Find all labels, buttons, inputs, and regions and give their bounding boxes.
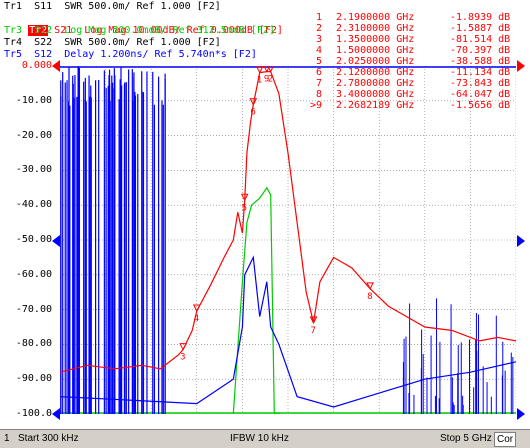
y-tick-label: -70.00 <box>15 303 52 315</box>
y-tick-label: -90.00 <box>15 373 52 385</box>
marker-value: -81.514 dB <box>450 34 511 45</box>
marker-label: 9 <box>264 74 269 84</box>
trace-1-label[interactable]: Tr1 S11 SWR 500.0m/ Ref 1.000 [F2] <box>2 1 223 13</box>
marker-id: 4 <box>316 45 323 56</box>
marker-label: 3 <box>180 353 185 363</box>
ref-arrow-right-3-icon[interactable] <box>515 408 525 420</box>
y-tick-label: -100.0 <box>15 408 52 419</box>
status-bar: 1 Start 300 kHz IFBW 10 kHz Stop 5 GHz C… <box>0 429 530 448</box>
y-tick-label: -50.00 <box>15 234 52 245</box>
y-tick-label: 0.000 <box>21 60 52 71</box>
marker-value: -1.8939 dB <box>450 12 511 23</box>
marker-label: 1 <box>257 76 262 86</box>
y-tick-label: -40.00 <box>15 199 52 211</box>
trace-4-label[interactable]: Tr4 S22 SWR 500.0m/ Ref 1.000 [F2] <box>2 37 223 49</box>
marker-frequency: 1.5000000 GHz <box>336 45 415 56</box>
marker-frequency: 2.3100000 GHz <box>336 23 415 34</box>
stop-frequency[interactable]: Stop 5 GHz <box>440 431 492 447</box>
marker-label: 7 <box>311 326 316 336</box>
marker-id: 1 <box>316 12 323 23</box>
trace-plot: 1 23456789 <box>60 66 516 414</box>
y-tick-label: -60.00 <box>15 268 52 280</box>
channel-number[interactable]: 1 <box>4 431 10 447</box>
y-tick-label: -30.00 <box>15 164 52 176</box>
vna-screen: Tr1 S11 SWR 500.0m/ Ref 1.000 [F2] Tr2 S… <box>0 0 530 448</box>
trace-2-label[interactable]: Tr2 S21 Log Mag 10.00dB/ Ref 0.000dB [F2… <box>2 13 285 36</box>
marker-label: 5 <box>242 203 247 213</box>
ifbw-setting[interactable]: IFBW 10 kHz <box>230 431 289 447</box>
marker-frequency: 1.3500000 GHz <box>336 34 415 45</box>
marker-id: 3 <box>316 34 323 45</box>
trace-3-label[interactable]: Tr3 S12 Log Mag 500.0mdB/ Ref 312.5mdB [… <box>2 25 277 37</box>
start-frequency[interactable]: Start 300 kHz <box>18 431 79 447</box>
correction-indicator[interactable]: Cor <box>494 432 517 447</box>
marker-id: 2 <box>316 23 323 34</box>
plot-area[interactable]: 123456789 <box>60 66 516 414</box>
marker-label: 6 <box>250 108 255 118</box>
marker-value: -1.5887 dB <box>450 23 511 34</box>
ref-arrow-right-icon[interactable] <box>515 60 525 72</box>
marker-label: 8 <box>367 292 372 302</box>
ref-arrow-right-2-icon[interactable] <box>515 235 525 247</box>
marker-frequency: 2.1900000 GHz <box>336 12 415 23</box>
y-tick-label: -10.00 <box>15 94 52 106</box>
y-tick-label: -80.00 <box>15 338 52 350</box>
y-tick-label: -20.00 <box>15 129 52 141</box>
marker-label: 4 <box>194 314 199 324</box>
marker-value: -70.397 dB <box>450 45 511 56</box>
